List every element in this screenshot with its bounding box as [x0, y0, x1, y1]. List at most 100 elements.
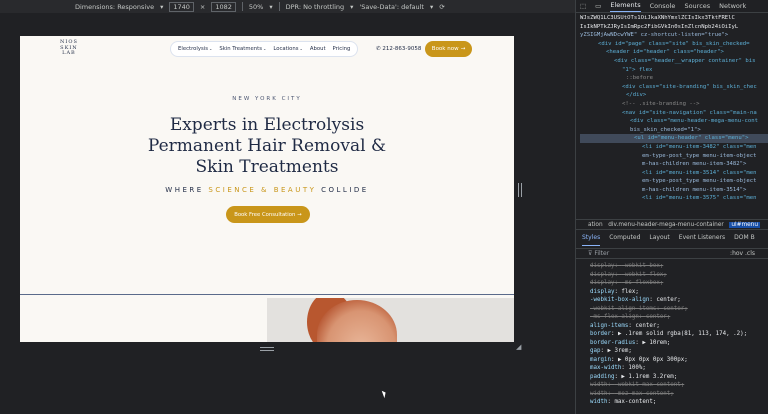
style-value[interactable]: max-content;	[614, 399, 656, 405]
dom-line[interactable]: <li id="menu-item-3482" class="men	[580, 143, 768, 152]
menu-item-electrolysis[interactable]: Electrolysis⌄	[178, 46, 212, 52]
menu-item-about[interactable]: About	[310, 46, 326, 52]
style-property[interactable]: display	[590, 272, 614, 278]
style-property[interactable]: border	[590, 331, 611, 337]
style-value[interactable]: -webkit-flex;	[621, 272, 666, 278]
tab-dom-breakpoints[interactable]: DOM B	[734, 234, 755, 246]
style-declaration[interactable]: border-radius: ▶ 10rem;	[590, 339, 768, 348]
style-property[interactable]: display	[590, 289, 614, 295]
dom-line-selected[interactable]: <ul id="menu-header" class="menu">	[580, 134, 768, 143]
style-value[interactable]: center;	[663, 306, 687, 312]
style-declaration[interactable]: -ms-flex-align: center;	[590, 313, 768, 322]
dom-line[interactable]: m-has-children menu-item-3514">	[580, 186, 768, 195]
style-property[interactable]: -ms-flex-align	[590, 314, 639, 320]
style-property[interactable]: -webkit-box-align	[590, 297, 649, 303]
style-value[interactable]: flex;	[621, 289, 638, 295]
menu-item-skin-treatments[interactable]: Skin Treatments⌄	[219, 46, 266, 52]
dom-line[interactable]: <!-- .site-branding -->	[580, 100, 768, 109]
dom-line[interactable]: em-type-post_type menu-item-object	[580, 177, 768, 186]
style-value[interactable]: -moz-max-content;	[614, 391, 673, 397]
dom-line[interactable]: <div class="menu-header-mega-menu-cont	[580, 117, 768, 126]
breadcrumb-item[interactable]: div.menu-header-mega-menu-container	[608, 222, 724, 228]
style-property[interactable]: gap	[590, 348, 600, 354]
rotate-icon[interactable]: ⟳	[439, 3, 444, 11]
dom-line[interactable]: "1"> flex	[580, 66, 768, 75]
phone-link[interactable]: ✆ 212-863-9058	[376, 46, 421, 52]
resize-handle-bottom[interactable]	[260, 347, 274, 351]
style-property[interactable]: width	[590, 399, 607, 405]
dpr-dropdown[interactable]: DPR: No throttling	[286, 3, 345, 11]
style-declaration[interactable]: gap: ▶ 3rem;	[590, 347, 768, 356]
tab-layout[interactable]: Layout	[649, 234, 669, 246]
style-declaration[interactable]: display: -ms-flexbox;	[590, 279, 768, 288]
tab-elements[interactable]: Elements	[610, 1, 641, 12]
style-value[interactable]: ▶ .1rem solid rgba(81, 113, 174, .2);	[618, 331, 747, 337]
height-input[interactable]: 1082	[211, 1, 236, 12]
tab-styles[interactable]: Styles	[582, 234, 601, 246]
book-consultation-button[interactable]: Book Free Consultation →	[226, 206, 310, 223]
tab-network[interactable]: Network	[719, 2, 746, 10]
zoom-dropdown[interactable]: 50%	[249, 3, 263, 11]
dom-line[interactable]: WJsZWQ1LC3USUtOTs1OiJkaXNhYmxlZCIsIkx3Tk…	[580, 14, 768, 23]
dom-line[interactable]: <nav id="site-navigation" class="main-na	[580, 109, 768, 118]
style-declaration[interactable]: -webkit-align-items: center;	[590, 305, 768, 314]
style-property[interactable]: margin	[590, 357, 611, 363]
style-value[interactable]: center;	[656, 297, 680, 303]
menu-item-pricing[interactable]: Pricing	[333, 46, 351, 52]
style-property[interactable]: padding	[590, 374, 614, 380]
site-logo[interactable]: NIOS SKIN LAB	[60, 39, 78, 57]
style-property[interactable]: border-radius	[590, 340, 635, 346]
dom-line[interactable]: m-has-children menu-item-3482">	[580, 160, 768, 169]
style-property[interactable]: max-width	[590, 365, 621, 371]
inspect-icon[interactable]: ⬚	[580, 2, 586, 10]
style-declaration[interactable]: margin: ▶ 0px 0px 0px 300px;	[590, 356, 768, 365]
style-declaration[interactable]: -webkit-box-align: center;	[590, 296, 768, 305]
styles-filter[interactable]: ⊽ Filter :hov .cls	[576, 248, 768, 259]
dom-line[interactable]: ::before	[580, 74, 768, 83]
style-value[interactable]: ▶ 0px 0px 0px 300px;	[618, 357, 688, 363]
dimensions-dropdown[interactable]: Dimensions: Responsive	[75, 3, 154, 11]
dom-line[interactable]: <div class="header__wrapper container" b…	[580, 57, 768, 66]
book-now-button[interactable]: Book now →	[425, 41, 472, 57]
style-property[interactable]: width	[590, 382, 607, 388]
width-input[interactable]: 1740	[169, 1, 194, 12]
dom-line[interactable]: <li id="menu-item-3575" class="men	[580, 194, 768, 203]
dom-line[interactable]: IsIkNPTkZJRyIsImRpc2FibGVkIn0sInZlcnNpb2…	[580, 23, 768, 32]
style-property[interactable]: align-items	[590, 323, 628, 329]
style-declaration[interactable]: width: max-content;	[590, 398, 768, 407]
device-toggle-icon[interactable]: ▭	[595, 2, 601, 10]
style-value[interactable]: ▶ 10rem;	[642, 340, 670, 346]
style-value[interactable]: center;	[646, 314, 670, 320]
dom-line[interactable]: </div>	[580, 91, 768, 100]
style-declaration[interactable]: display: flex;	[590, 288, 768, 297]
tab-sources[interactable]: Sources	[684, 2, 710, 10]
filter-input[interactable]: Filter	[594, 250, 609, 257]
dom-line[interactable]: yZSIGMjAwNDcwYWE" cz-shortcut-listen="tr…	[580, 31, 768, 40]
dom-line[interactable]: em-type-post_type menu-item-object	[580, 152, 768, 161]
style-declaration[interactable]: max-width: 100%;	[590, 364, 768, 373]
dom-line[interactable]: <div class="site-branding" bis_skin_chec	[580, 83, 768, 92]
style-declaration[interactable]: align-items: center;	[590, 322, 768, 331]
dom-line[interactable]: <header id="header" class="header">	[580, 48, 768, 57]
style-property[interactable]: width	[590, 391, 607, 397]
breadcrumb-item-current[interactable]: ul#menu	[729, 222, 761, 228]
tab-console[interactable]: Console	[650, 2, 676, 10]
style-value[interactable]: ▶ 1.1rem 3.2rem;	[621, 374, 677, 380]
style-declaration[interactable]: width: -webkit-max-content;	[590, 381, 768, 390]
style-declaration[interactable]: display: -webkit-box;	[590, 262, 768, 271]
style-property[interactable]: -webkit-align-items	[590, 306, 656, 312]
style-value[interactable]: 100%;	[628, 365, 645, 371]
style-declaration[interactable]: padding: ▶ 1.1rem 3.2rem;	[590, 373, 768, 382]
save-data-dropdown[interactable]: 'Save-Data': default	[359, 3, 424, 11]
style-value[interactable]: -webkit-box;	[621, 263, 663, 269]
dom-line[interactable]: <div id="page" class="site" bis_skin_che…	[580, 40, 768, 49]
dom-line[interactable]: bis_skin_checked="1">	[580, 126, 768, 135]
breadcrumb-item[interactable]: ation	[588, 222, 603, 228]
style-property[interactable]: display	[590, 280, 614, 286]
style-value[interactable]: center;	[635, 323, 659, 329]
menu-item-locations[interactable]: Locations⌄	[273, 46, 303, 52]
tab-event-listeners[interactable]: Event Listeners	[679, 234, 725, 246]
style-declaration[interactable]: width: -moz-max-content;	[590, 390, 768, 399]
hov-cls-toggle[interactable]: :hov .cls	[730, 249, 755, 259]
style-value[interactable]: -ms-flexbox;	[621, 280, 663, 286]
